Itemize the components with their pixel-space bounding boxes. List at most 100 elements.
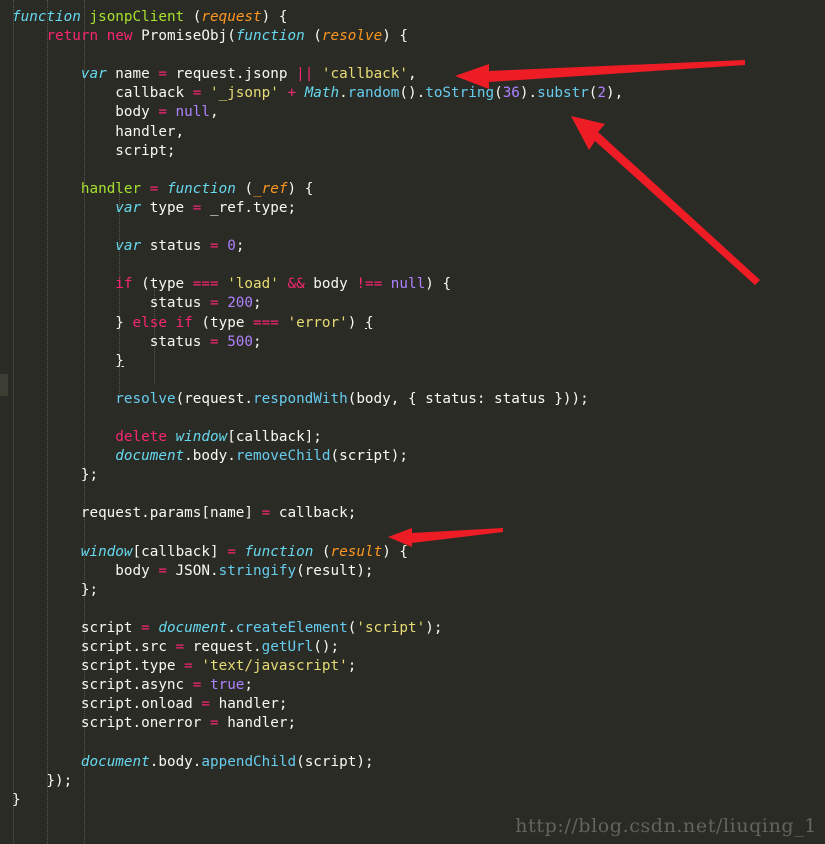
- code-token: '_jsonp': [209, 85, 279, 102]
- code-token: (: [494, 85, 503, 102]
- code-line: };: [0, 581, 825, 600]
- code-token: 500: [227, 333, 254, 350]
- code-token: function: [12, 9, 81, 25]
- code-token: =: [209, 715, 219, 732]
- code-token: =: [227, 543, 236, 560]
- code-token: body: [12, 562, 159, 579]
- code-token: };: [12, 581, 99, 598]
- code-token: null: [175, 104, 210, 121]
- code-line: var type = _ref.type;: [0, 199, 825, 218]
- code-token: status: [12, 295, 210, 312]
- code-token: else: [132, 314, 167, 331]
- code-token: resolve: [115, 390, 176, 407]
- code-line: body = JSON.stringify(result);: [0, 562, 825, 581]
- code-token: .: [339, 85, 348, 102]
- code-token: ): [347, 314, 365, 331]
- code-token: ).: [519, 85, 538, 102]
- code-token: !==: [356, 276, 383, 293]
- code-line: handler,: [0, 123, 825, 142]
- code-line: } else if (type === 'error') {: [0, 314, 825, 333]
- code-token: function: [166, 180, 236, 197]
- code-line: body = null,: [0, 103, 825, 122]
- code-token: ),: [606, 85, 624, 102]
- code-token: }: [115, 352, 124, 369]
- code-editor[interactable]: function jsonpClient (request) { return …: [0, 0, 825, 844]
- code-token: handler;: [209, 696, 288, 713]
- code-token: ===: [192, 276, 219, 293]
- code-line: handler = function (_ref) {: [0, 180, 825, 199]
- code-token: =: [261, 505, 271, 522]
- code-token: body: [12, 104, 159, 121]
- code-token: (request.: [175, 390, 254, 407]
- code-token: null: [390, 276, 426, 293]
- code-token: document: [158, 620, 228, 636]
- code-token: =: [158, 104, 167, 121]
- code-token: }: [12, 791, 21, 808]
- code-token: request.: [184, 639, 262, 656]
- code-token: _ref: [253, 180, 288, 197]
- code-token: (script);: [296, 753, 374, 770]
- code-line: });: [0, 772, 825, 791]
- code-token: ===: [253, 314, 279, 331]
- code-token: 200: [227, 295, 254, 312]
- code-token: PromiseObj(: [132, 28, 236, 45]
- code-token: ,: [408, 66, 417, 83]
- code-line: if (type === 'load' && body !== null) {: [0, 275, 825, 294]
- code-token: Math: [304, 85, 340, 102]
- code-token: return: [46, 28, 99, 45]
- code-line: script;: [0, 142, 825, 161]
- code-token: ;: [235, 238, 245, 255]
- code-token: handler,: [12, 123, 185, 140]
- code-token: request.params[name]: [12, 505, 262, 522]
- code-line: document.body.removeChild(script);: [0, 447, 825, 466]
- code-token: ||: [296, 66, 314, 83]
- code-token: ,: [209, 104, 219, 121]
- code-token: (: [235, 180, 254, 197]
- code-token: (: [313, 543, 331, 560]
- code-token: function: [244, 543, 314, 560]
- code-token: 'text/javascript': [201, 658, 348, 675]
- code-token: =: [158, 562, 167, 579]
- code-token: status: [141, 238, 210, 255]
- code-token: 0: [227, 238, 236, 255]
- code-token: ().: [399, 85, 426, 102]
- code-token: ) {: [261, 9, 288, 25]
- code-token: ) {: [287, 180, 314, 197]
- code-line: script = document.createElement('script'…: [0, 619, 825, 638]
- code-token: random: [347, 85, 400, 102]
- code-line: script.async = true;: [0, 676, 825, 695]
- code-line: callback = '_jsonp' + Math.random().toSt…: [0, 84, 825, 103]
- code-token: }: [12, 314, 133, 331]
- code-line: resolve(request.respondWith(body, { stat…: [0, 390, 825, 409]
- code-token: JSON.: [166, 562, 219, 579]
- code-token: +: [287, 85, 297, 102]
- code-token: script.src: [12, 639, 176, 656]
- code-token: document: [80, 753, 150, 770]
- code-token: [callback];: [227, 429, 322, 446]
- code-token: true: [209, 677, 245, 694]
- code-token: });: [12, 772, 73, 789]
- code-content[interactable]: function jsonpClient (request) { return …: [0, 8, 825, 810]
- code-token: _ref.type;: [201, 199, 297, 216]
- code-line: script.onerror = handler;: [0, 714, 825, 733]
